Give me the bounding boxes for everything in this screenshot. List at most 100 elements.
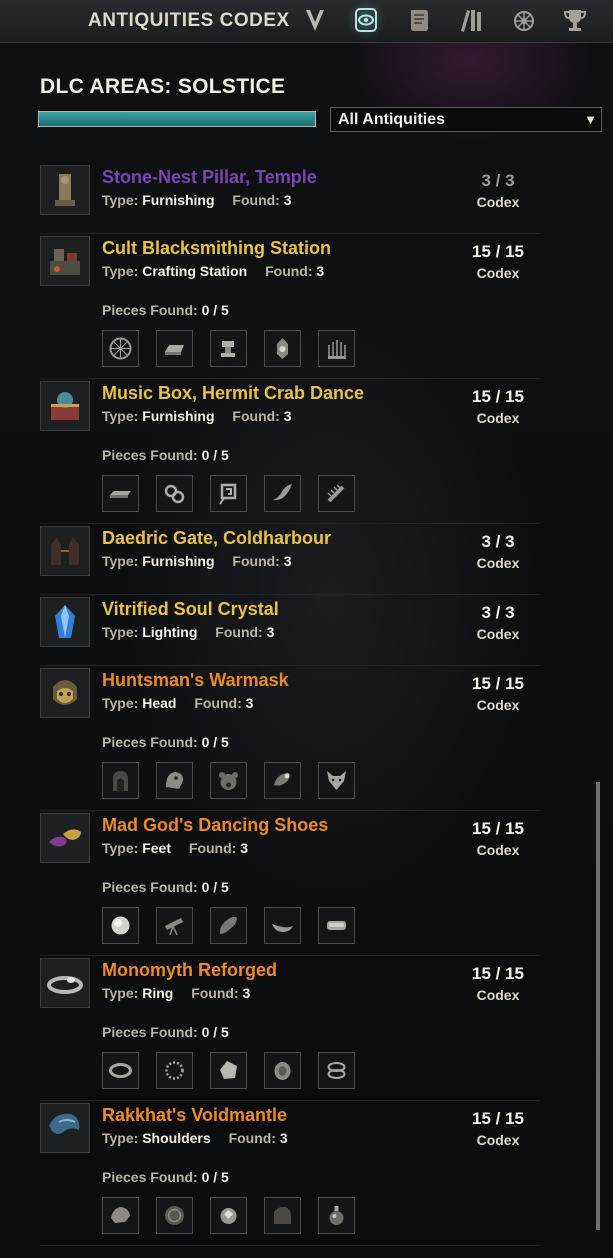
type-value: Feet [142, 840, 171, 856]
piece-slot[interactable] [264, 475, 301, 512]
piece-slot[interactable] [156, 1197, 193, 1234]
plate-icon [110, 491, 131, 498]
spyglass-icon [165, 918, 183, 936]
type-value: Crafting Station [142, 263, 248, 279]
wheel-emblem-icon [514, 11, 534, 31]
codex-count: 15 / 15 [472, 242, 524, 261]
codex-count: 15 / 15 [472, 674, 524, 693]
found-value: 3 [283, 553, 292, 569]
pieces-found-value: 0 / 5 [201, 1024, 229, 1040]
type-value: Furnishing [142, 192, 215, 208]
antiquity-row[interactable]: Vitrified Soul Crystal Type: Lighting Fo… [40, 595, 540, 666]
lantern-icon [277, 338, 288, 359]
v-rune-icon [306, 10, 324, 31]
piece-slot[interactable] [318, 330, 355, 367]
piece-slot[interactable] [318, 1052, 355, 1089]
pieces-found-value: 0 / 5 [201, 1169, 229, 1185]
antiquity-filter-dropdown[interactable]: All Antiquities ▼ [330, 107, 602, 132]
piece-slot[interactable] [156, 1052, 193, 1089]
cage-icon [328, 340, 346, 359]
antiquity-row[interactable]: Music Box, Hermit Crab Dance Type: Furni… [40, 379, 540, 524]
piece-slot[interactable] [318, 1197, 355, 1234]
codex-count: 3 / 3 [481, 532, 515, 551]
piece-slot[interactable] [318, 475, 355, 512]
piece-slot[interactable] [156, 475, 193, 512]
piece-slot[interactable] [210, 762, 247, 799]
sole-icon [219, 916, 237, 934]
piece-slot[interactable] [156, 330, 193, 367]
pieces-found-value: 0 / 5 [201, 447, 229, 463]
type-value: Lighting [142, 624, 198, 640]
piece-slot[interactable] [264, 1197, 301, 1234]
scroll-icon [411, 10, 428, 31]
piece-slot[interactable] [210, 1052, 247, 1089]
piece-slot[interactable] [210, 330, 247, 367]
codex-label: Codex [476, 697, 520, 713]
codex-label: Codex [476, 1132, 520, 1148]
band-icon [109, 1063, 132, 1078]
piece-slot[interactable] [102, 907, 139, 944]
pieces-found-label: Pieces Found: [102, 734, 198, 750]
piece-slot[interactable] [156, 762, 193, 799]
pieces-found: Pieces Found: 0 / 5 [102, 734, 229, 750]
antiquity-name: Music Box, Hermit Crab Dance [102, 383, 365, 403]
tab-codex[interactable] [345, 0, 387, 40]
bear-icon [219, 772, 238, 790]
type-label: Type: [102, 192, 139, 208]
anvil-icon [221, 341, 235, 357]
piece-slot[interactable] [264, 907, 301, 944]
found-label: Found: [228, 1130, 276, 1146]
codex-label: Codex [476, 987, 520, 1003]
shell-icon [273, 484, 292, 501]
codex-count: 15 / 15 [472, 1109, 524, 1128]
antiquity-row[interactable]: Stone-Nest Pillar, Temple Type: Furnishi… [40, 163, 540, 234]
codex-label: Codex [476, 410, 520, 426]
codex-label: Codex [476, 842, 520, 858]
piece-slot[interactable] [264, 762, 301, 799]
antiquity-thumbnail [40, 1103, 90, 1153]
progress-fill [39, 112, 315, 126]
piece-slot[interactable] [210, 475, 247, 512]
piece-slot[interactable] [318, 907, 355, 944]
piece-slot[interactable] [102, 330, 139, 367]
dancing-shoes-icon [49, 829, 81, 847]
tab-leads[interactable] [402, 3, 436, 37]
gem-orb-icon [220, 1208, 237, 1224]
piece-slot[interactable] [210, 1197, 247, 1234]
antiquity-meta: Type: Lighting Found: 3 [102, 624, 274, 640]
type-value: Furnishing [142, 553, 215, 569]
tab-progress[interactable] [454, 3, 488, 37]
tab-skills[interactable] [507, 3, 541, 37]
pieces-found: Pieces Found: 0 / 5 [102, 1024, 229, 1040]
antiquity-row[interactable]: Huntsman's Warmask Type: Head Found: 3 1… [40, 666, 540, 811]
piece-slot[interactable] [264, 330, 301, 367]
antiquity-row[interactable]: Cult Blacksmithing Station Type: Craftin… [40, 234, 540, 379]
piece-slot[interactable] [156, 907, 193, 944]
antiquity-meta: Type: Furnishing Found: 3 [102, 553, 292, 569]
piece-slot[interactable] [318, 762, 355, 799]
piece-slot[interactable] [102, 1197, 139, 1234]
antiquity-thumbnail [40, 526, 90, 576]
antiquity-meta: Type: Head Found: 3 [102, 695, 253, 711]
antiquity-name: Cult Blacksmithing Station [102, 238, 332, 258]
piece-slot[interactable] [264, 1052, 301, 1089]
hood-icon [113, 771, 128, 791]
found-label: Found: [215, 624, 263, 640]
type-label: Type: [102, 695, 139, 711]
piece-slot[interactable] [102, 475, 139, 512]
tab-achievements[interactable] [558, 3, 592, 37]
piece-slot[interactable] [102, 762, 139, 799]
antiquity-row[interactable]: Monomyth Reforged Type: Ring Found: 3 15… [40, 956, 540, 1101]
pieces-found: Pieces Found: 0 / 5 [102, 879, 229, 895]
antiquity-row[interactable]: Daedric Gate, Coldharbour Type: Furnishi… [40, 524, 540, 595]
found-value: 3 [245, 695, 254, 711]
tab-scrying[interactable] [298, 3, 332, 37]
piece-slot[interactable] [102, 1052, 139, 1089]
piece-strip [102, 1052, 355, 1089]
pieces-found-label: Pieces Found: [102, 1169, 198, 1185]
piece-slot[interactable] [210, 907, 247, 944]
antiquity-name: Huntsman's Warmask [102, 670, 289, 690]
antiquity-row[interactable]: Mad God's Dancing Shoes Type: Feet Found… [40, 811, 540, 956]
list-scrollbar[interactable] [596, 782, 600, 1230]
antiquity-row[interactable]: Rakkhat's Voidmantle Type: Shoulders Fou… [40, 1101, 540, 1246]
